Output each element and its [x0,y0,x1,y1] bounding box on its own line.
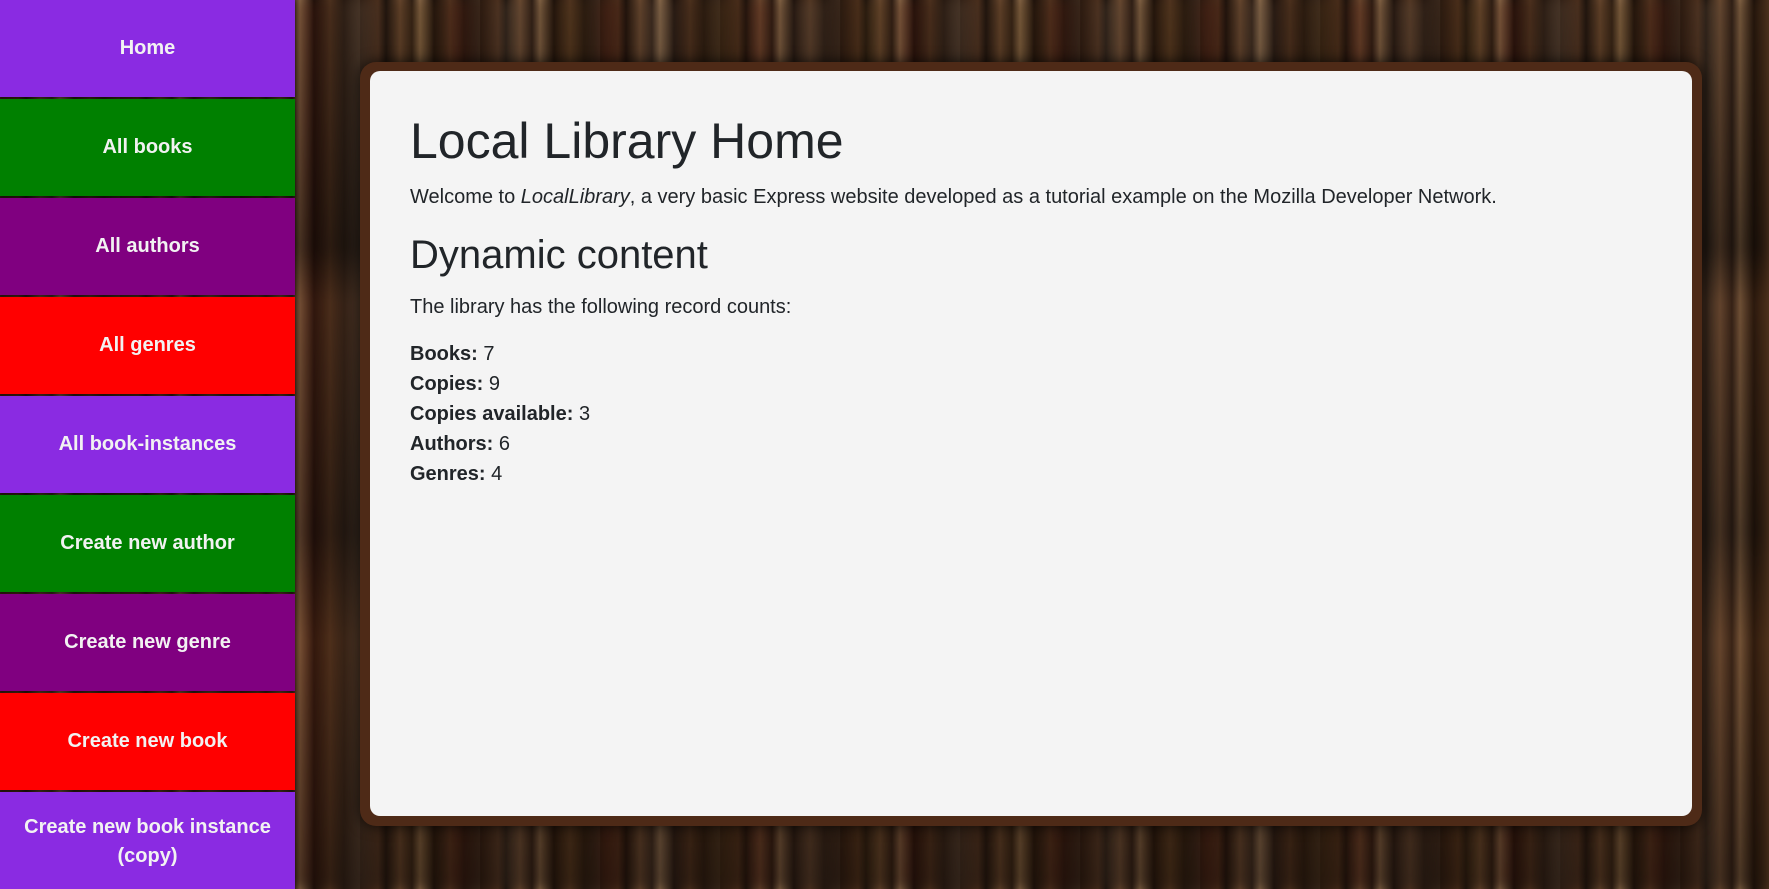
count-label: Copies available: [410,403,574,425]
count-value: 9 [488,373,501,395]
count-value: 6 [498,433,511,455]
nav-home[interactable]: Home [0,0,295,97]
count-value: 7 [483,343,495,365]
sidebar-nav: Home All books All authors All genres Al… [0,0,295,889]
nav-create-author[interactable]: Create new author [0,495,295,592]
count-copies: Copies: 9 [410,369,1652,399]
count-copies-available: Copies available: 3 [410,399,1652,429]
count-authors: Authors: 6 [410,429,1652,459]
nav-all-books[interactable]: All books [0,99,295,196]
count-label: Authors: [410,433,494,455]
nav-all-genres[interactable]: All genres [0,297,295,394]
nav-all-book-instances[interactable]: All book-instances [0,396,295,493]
page-title: Local Library Home [410,113,844,169]
nav-create-book-instance[interactable]: Create new book instance (copy) [0,792,295,889]
content-panel: Local Library Home Welcome to LocalLibra… [370,71,1692,816]
count-value: 4 [491,463,503,485]
count-label: Books: [410,343,478,365]
intro-prefix: Welcome to [410,186,521,208]
count-books: Books: 7 [410,339,1652,369]
counts-intro: The library has the following record cou… [410,296,792,318]
count-label: Genres: [410,463,486,485]
nav-create-book[interactable]: Create new book [0,693,295,790]
count-value: 3 [578,403,591,425]
count-label: Copies: [410,373,484,395]
record-counts-list: Books: 7 Copies: 9 Copies available: 3 A… [410,339,1652,489]
intro-text: Welcome to LocalLibrary, a very basic Ex… [410,183,1652,211]
intro-suffix: , a very basic Express website developed… [629,186,1497,208]
count-genres: Genres: 4 [410,459,1652,489]
nav-create-genre[interactable]: Create new genre [0,594,295,691]
content-frame: Local Library Home Welcome to LocalLibra… [360,62,1702,826]
site-name: LocalLibrary [520,186,630,208]
section-title: Dynamic content [410,233,708,277]
nav-all-authors[interactable]: All authors [0,198,295,295]
